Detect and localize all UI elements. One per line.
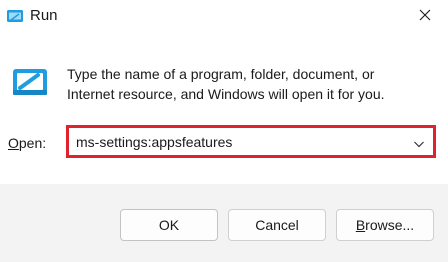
description: Type the name of a program, folder, docu…	[67, 64, 437, 104]
open-combobox[interactable]	[66, 125, 436, 158]
browse-mnemonic: B	[355, 217, 366, 233]
window-title: Run	[30, 7, 58, 24]
browse-rest: rowse...	[365, 217, 415, 233]
close-icon	[419, 8, 431, 26]
cancel-button[interactable]: Cancel	[228, 209, 326, 241]
open-label: Open:	[8, 135, 46, 151]
run-program-icon	[12, 68, 48, 96]
open-label-rest: pen:	[18, 135, 47, 151]
browse-button[interactable]: Browse...	[336, 209, 434, 241]
chevron-down-icon[interactable]	[413, 136, 425, 148]
title-bar: Run	[0, 0, 448, 34]
close-button[interactable]	[402, 0, 448, 34]
description-line-2: Internet resource, and Windows will open…	[67, 86, 385, 102]
open-input[interactable]	[76, 132, 396, 152]
ok-button[interactable]: OK	[120, 209, 218, 241]
open-label-mnemonic: O	[8, 135, 19, 151]
button-bar: OK Cancel Browse...	[0, 184, 448, 262]
run-dialog: Run Type the name of a program, folder, …	[0, 0, 448, 262]
run-icon	[6, 8, 24, 24]
description-line-1: Type the name of a program, folder, docu…	[67, 66, 375, 82]
